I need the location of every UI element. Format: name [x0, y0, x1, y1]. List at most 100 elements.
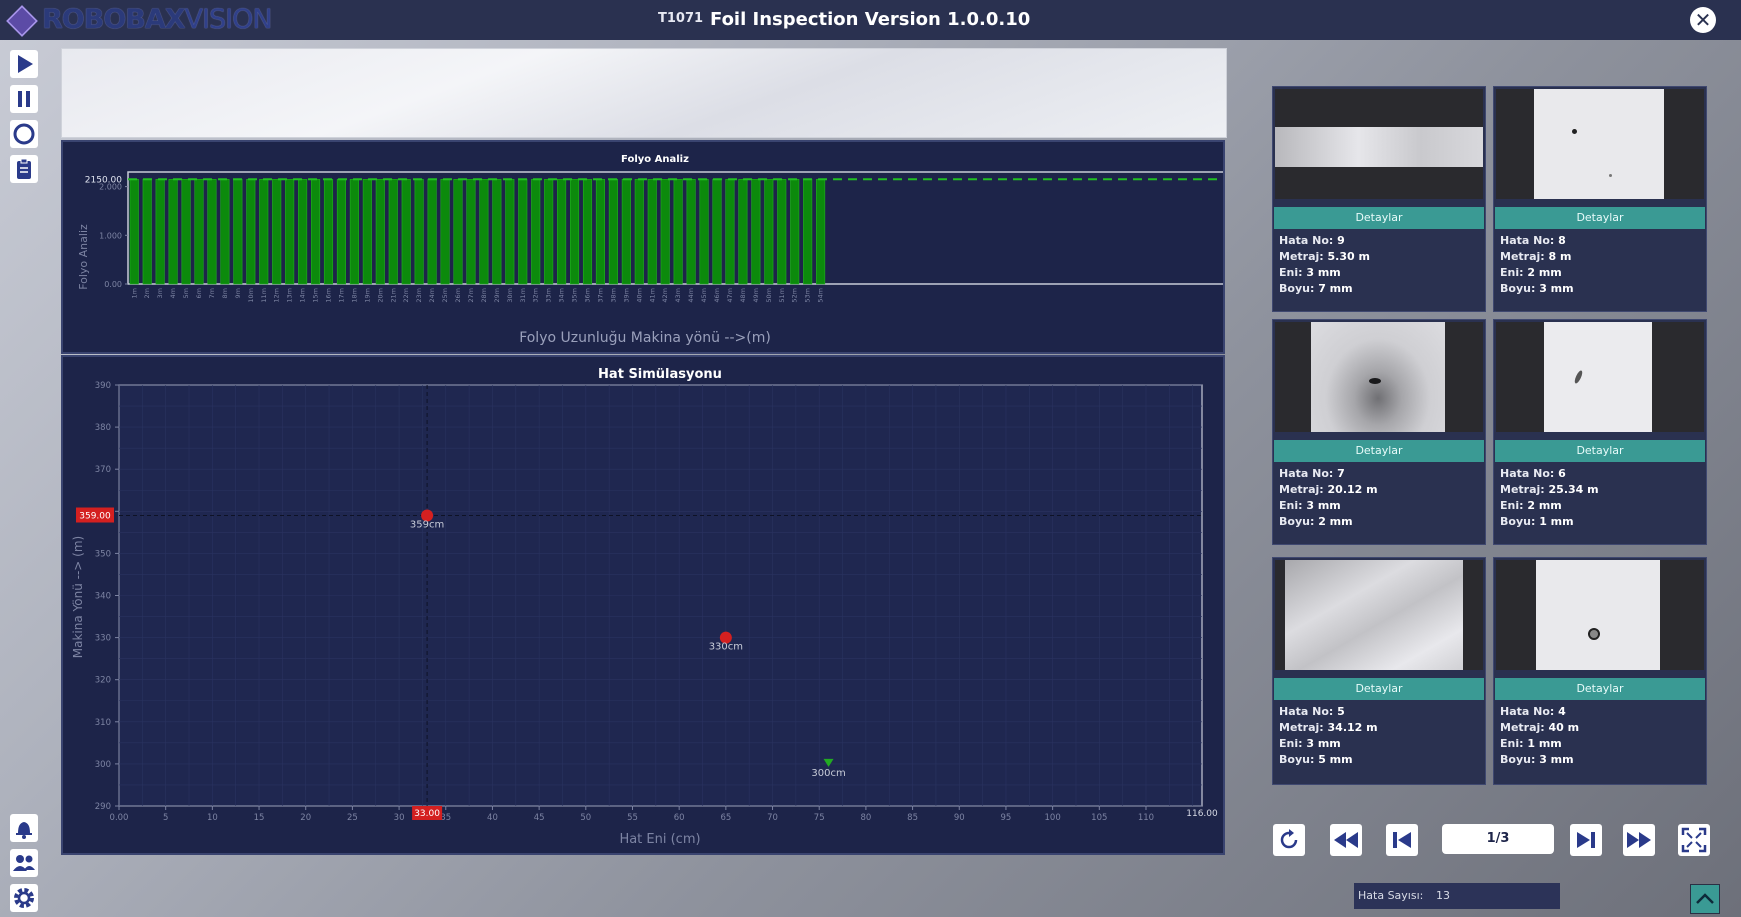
x-tick-label: 40	[487, 813, 498, 823]
bar-xtick-label: 44m	[687, 288, 695, 303]
bar-xtick-label: 34m	[558, 288, 566, 303]
x-end-label: 116.00	[1186, 809, 1218, 819]
x-tick-label: 95	[1001, 813, 1012, 823]
play-button[interactable]	[10, 50, 38, 78]
defect-field-value: 8	[1558, 234, 1566, 247]
clipboard-icon	[17, 158, 31, 179]
bar-xtick-label: 8m	[221, 288, 229, 298]
logo-main-text: ROBOBAX	[42, 4, 186, 35]
gear-icon	[14, 888, 34, 908]
defect-no: Hata No: 7	[1279, 466, 1378, 482]
stop-button[interactable]	[10, 120, 38, 148]
bar	[207, 179, 217, 285]
defect-card: Detaylar Hata No: 9 Metraj: 5.30 m Eni: 3 m…	[1272, 86, 1486, 312]
close-icon: ✕	[1694, 8, 1712, 32]
x-tick-label: 30	[394, 813, 405, 823]
x-tick-label: 10	[207, 813, 218, 823]
defect-image[interactable]	[1496, 322, 1704, 432]
bar-xtick-label: 28m	[480, 288, 488, 303]
fullscreen-button[interactable]	[1678, 824, 1710, 856]
defect-image[interactable]	[1496, 89, 1704, 199]
alarm-button[interactable]	[10, 814, 38, 842]
bar-chart-xlabel: Folyo Uzunluğu Makina yönü -->(m)	[519, 330, 771, 346]
defect-field-value: 1 mm	[1539, 515, 1574, 528]
defect-field-value: 3 mm	[1306, 737, 1341, 750]
defect-field-value: 4	[1558, 705, 1566, 718]
bar-xtick-label: 33m	[545, 288, 553, 303]
fast-rewind-button[interactable]	[1330, 824, 1362, 856]
defect-eni: Eni: 2 mm	[1500, 265, 1574, 281]
bar	[816, 179, 826, 285]
defect-image[interactable]	[1496, 560, 1704, 670]
fast-forward-button[interactable]	[1623, 824, 1655, 856]
bar	[712, 179, 722, 285]
users-button[interactable]	[10, 849, 38, 877]
skip-previous-button[interactable]	[1386, 824, 1418, 856]
refresh-button[interactable]	[1273, 824, 1305, 856]
bar	[764, 179, 774, 285]
defect-image[interactable]	[1275, 89, 1483, 199]
settings-button[interactable]	[10, 884, 38, 912]
details-button[interactable]: Detaylar	[1495, 207, 1705, 229]
details-button[interactable]: Detaylar	[1274, 207, 1484, 229]
error-count-label: Hata Sayısı:	[1358, 889, 1424, 902]
error-count-box: Hata Sayısı: 13	[1354, 883, 1560, 909]
bar	[544, 179, 554, 285]
x-tick-label: 45	[534, 813, 545, 823]
skip-next-button[interactable]	[1570, 824, 1602, 856]
details-button[interactable]: Detaylar	[1274, 440, 1484, 462]
defect-field-label: Hata No:	[1279, 234, 1334, 247]
scatter-chart-ylabel: Makina Yönü --> (m)	[71, 536, 85, 658]
defect-field-label: Boyu:	[1279, 753, 1315, 766]
defect-field-label: Eni:	[1500, 737, 1524, 750]
bar	[790, 179, 800, 285]
bar	[660, 179, 670, 285]
bar-xtick-label: 14m	[299, 288, 307, 303]
fullscreen-icon	[1681, 827, 1707, 853]
defect-metraj: Metraj: 5.30 m	[1279, 249, 1370, 265]
bar-xtick-label: 23m	[415, 288, 423, 303]
scatter-point-label: 330cm	[709, 642, 743, 653]
bar	[285, 179, 295, 285]
bar-xtick-label: 20m	[376, 288, 384, 303]
stop-circle-icon	[13, 123, 35, 145]
defect-field-label: Hata No:	[1279, 705, 1334, 718]
details-button[interactable]: Detaylar	[1495, 440, 1705, 462]
defect-image[interactable]	[1275, 322, 1483, 432]
bar-xtick-label: 36m	[584, 288, 592, 303]
cursor-x-label: 33.00	[414, 809, 440, 819]
defect-metraj: Metraj: 40 m	[1500, 720, 1579, 736]
defect-card: Detaylar Hata No: 5 Metraj: 34.12 m Eni: 3 …	[1272, 557, 1486, 785]
y-tick-label: 340	[95, 592, 111, 602]
bar	[375, 179, 385, 285]
bar-xtick-label: 1m	[130, 288, 138, 298]
close-button[interactable]: ✕	[1690, 7, 1716, 33]
report-button[interactable]	[10, 155, 38, 183]
defect-boyu: Boyu: 5 mm	[1279, 752, 1378, 768]
defect-field-label: Eni:	[1279, 499, 1303, 512]
bar-xtick-label: 54m	[817, 288, 825, 303]
bar	[298, 179, 308, 285]
scatter-chart-title: Hat Simülasyonu	[598, 367, 722, 382]
bar-xtick-label: 21m	[389, 288, 397, 303]
bar	[492, 179, 502, 285]
bar-xtick-label: 17m	[337, 288, 345, 303]
defect-eni: Eni: 3 mm	[1279, 736, 1378, 752]
logo-cube-icon	[6, 4, 38, 37]
bar-xtick-label: 18m	[350, 288, 358, 303]
bar-xtick-label: 16m	[325, 288, 333, 303]
skip-next-icon	[1577, 832, 1595, 848]
defect-image[interactable]	[1275, 560, 1483, 670]
bar	[479, 179, 489, 285]
scroll-up-button[interactable]	[1690, 884, 1720, 914]
bar	[427, 179, 437, 285]
defect-eni: Eni: 2 mm	[1500, 498, 1599, 514]
cursor-y-label: 359.00	[79, 512, 111, 522]
details-button[interactable]: Detaylar	[1274, 678, 1484, 700]
bar	[751, 179, 761, 285]
details-button[interactable]: Detaylar	[1495, 678, 1705, 700]
bar-xtick-label: 31m	[519, 288, 527, 303]
bar-xtick-label: 42m	[661, 288, 669, 303]
pause-button[interactable]	[10, 85, 38, 113]
bar-ytick-label: 1.000	[99, 231, 122, 240]
